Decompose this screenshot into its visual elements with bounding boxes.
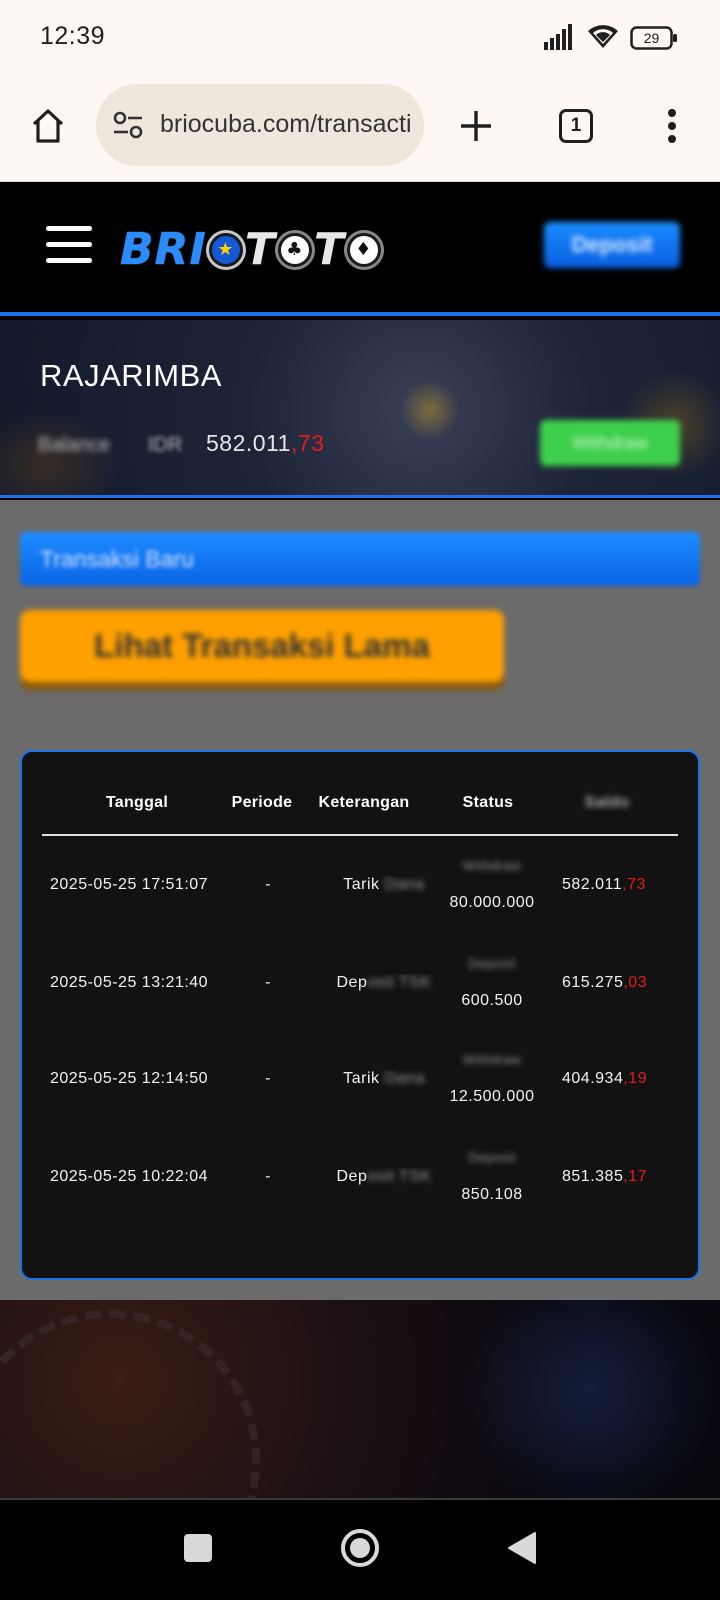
battery-icon: 29 <box>630 26 678 50</box>
withdraw-button[interactable]: Withdraw <box>540 420 680 466</box>
transaction-page: Transaksi Baru Lihat Transaksi Lama Tang… <box>0 500 720 1300</box>
table-row: 2025-05-25 13:21:40 - Deposit TSK Deposi… <box>42 936 678 1032</box>
row-date: 2025-05-25 13:21:40 <box>50 974 209 991</box>
row-saldo: 582.011,73 <box>562 876 646 893</box>
row-periode: - <box>265 1070 271 1087</box>
row-periode: - <box>265 974 271 991</box>
plus-icon <box>461 111 491 141</box>
more-vertical-icon <box>668 109 676 143</box>
row-status-type: Withdraw <box>462 1052 522 1067</box>
background-art <box>0 1300 720 1498</box>
square-icon <box>184 1534 212 1562</box>
header-status: Status <box>462 794 514 811</box>
row-status-type: Deposit <box>468 1150 516 1165</box>
row-date: 2025-05-25 12:14:50 <box>50 1070 209 1087</box>
site-logo[interactable]: BRI ★ T ♣ T ♦ <box>120 224 383 275</box>
site-header: BRI ★ T ♣ T ♦ Deposit <box>0 182 720 316</box>
row-periode: - <box>265 876 271 893</box>
home-icon <box>32 109 64 143</box>
table-row: 2025-05-25 10:22:04 - Deposit TSK Deposi… <box>42 1130 678 1226</box>
row-date: 2025-05-25 10:22:04 <box>50 1168 209 1185</box>
back-button[interactable] <box>498 1524 546 1572</box>
row-amount: 12.500.000 <box>449 1088 535 1105</box>
tab-count: 1 <box>559 109 593 143</box>
header-tanggal: Tanggal <box>105 794 169 811</box>
system-navigation-bar <box>0 1498 720 1600</box>
balance-currency: IDR <box>148 434 183 456</box>
hamburger-menu-icon[interactable] <box>46 226 92 266</box>
chip-diamond-icon: ♦ <box>346 233 381 267</box>
status-bar: 12:39 29 <box>0 0 720 78</box>
circle-home-icon <box>341 1529 379 1567</box>
row-keterangan: Tarik Dana <box>343 1070 425 1087</box>
row-status-type: Withdraw <box>462 858 522 873</box>
clock: 12:39 <box>40 22 106 50</box>
cellular-signal-icon <box>544 24 572 50</box>
site-settings-icon[interactable] <box>112 110 144 140</box>
transaction-table: Tanggal Periode Keterangan Status Saldo … <box>20 750 700 1280</box>
chip-star-icon: ★ <box>208 233 243 267</box>
balance-value: 582.011,73 <box>206 430 325 456</box>
row-date: 2025-05-25 17:51:07 <box>50 876 209 893</box>
row-amount: 850.108 <box>461 1186 523 1203</box>
browser-menu-button[interactable] <box>644 98 700 154</box>
old-transactions-button[interactable]: Lihat Transaksi Lama <box>20 610 504 682</box>
row-amount: 600.500 <box>461 992 523 1009</box>
row-keterangan: Tarik Dana <box>343 876 425 893</box>
deposit-button[interactable]: Deposit <box>544 222 680 268</box>
header-keterangan: Keterangan <box>318 794 410 811</box>
new-transaction-button[interactable]: Transaksi Baru <box>20 532 700 586</box>
row-periode: - <box>265 1168 271 1185</box>
row-status-type: Deposit <box>468 956 516 971</box>
battery-level: 29 <box>644 30 660 46</box>
header-periode: Periode <box>231 794 293 811</box>
home-nav-button[interactable] <box>336 1524 384 1572</box>
tab-switcher-button[interactable]: 1 <box>548 98 604 154</box>
row-saldo: 404.934,19 <box>562 1070 648 1087</box>
browser-toolbar: briocuba.com/transaction 1 <box>0 78 720 182</box>
table-row: 2025-05-25 12:14:50 - Tarik Dana Withdra… <box>42 1032 678 1128</box>
url-text[interactable]: briocuba.com/transaction <box>160 110 412 139</box>
roulette-wheel-image <box>0 1310 260 1498</box>
header-saldo: Saldo <box>584 794 630 811</box>
account-banner: RAJARIMBA Balance IDR 582.011,73 Withdra… <box>0 320 720 498</box>
new-tab-button[interactable] <box>448 98 504 154</box>
balance-label: Balance <box>38 434 111 456</box>
username: RAJARIMBA <box>40 358 222 393</box>
wifi-icon <box>588 25 618 48</box>
home-button[interactable] <box>20 98 76 154</box>
table-row: 2025-05-25 17:51:07 - Tarik Dana Withdra… <box>42 838 678 934</box>
row-keterangan: Deposit TSK <box>336 1168 432 1185</box>
address-bar[interactable]: briocuba.com/transaction <box>96 84 424 166</box>
recent-apps-button[interactable] <box>174 1524 222 1572</box>
row-amount: 80.000.000 <box>449 894 535 911</box>
back-triangle-icon <box>508 1532 536 1564</box>
table-header: Tanggal Periode Keterangan Status Saldo <box>42 780 678 836</box>
row-saldo: 615.275,03 <box>562 974 648 991</box>
row-saldo: 851.385,17 <box>562 1168 648 1185</box>
chip-club-icon: ♣ <box>277 233 312 267</box>
row-keterangan: Deposit TSK <box>336 974 432 991</box>
